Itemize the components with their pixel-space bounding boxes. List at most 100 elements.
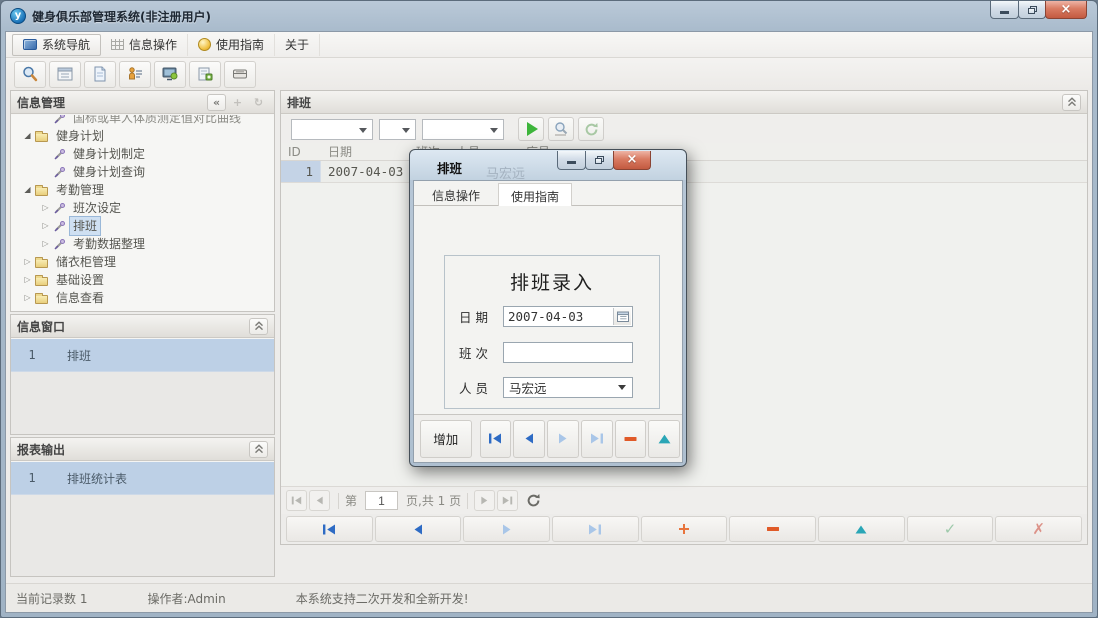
nav-next-button[interactable] — [463, 516, 550, 542]
menu-item-about[interactable]: 关于 — [275, 34, 320, 56]
document-button[interactable] — [84, 61, 116, 88]
tree-item-label: 排班 — [70, 217, 100, 235]
tab-guide[interactable]: 使用指南 — [498, 183, 572, 206]
tree-item-info-view[interactable]: ▷ 信息查看 — [11, 289, 274, 307]
dialog-edit-button[interactable] — [648, 420, 680, 458]
user-report-button[interactable] — [119, 61, 151, 88]
collapse-panel-button[interactable] — [249, 441, 268, 458]
tab-info-ops[interactable]: 信息操作 — [420, 183, 492, 206]
dialog-nav-next-button[interactable] — [547, 420, 579, 458]
insert-record-button[interactable] — [641, 516, 728, 542]
tree-item-label: 信息查看 — [53, 289, 107, 307]
col-date[interactable]: 日期 — [321, 143, 409, 160]
filter-combo-1[interactable] — [291, 119, 373, 140]
close-button[interactable]: × — [1045, 1, 1087, 19]
dialog-nav-last-button[interactable] — [581, 420, 613, 458]
expander-open-icon[interactable]: ◢ — [21, 127, 34, 145]
tool-icon — [53, 115, 66, 125]
page-number-input[interactable] — [365, 491, 398, 510]
document-icon — [91, 65, 109, 83]
dialog-nav-prior-button[interactable] — [513, 420, 545, 458]
expander-icon[interactable]: ▷ — [21, 253, 34, 271]
run-filter-button[interactable] — [518, 117, 544, 141]
schedule-entry-group: 排班录入 日 期 班 次 人 — [444, 255, 660, 409]
report-list: 1 排班统计表 — [11, 462, 274, 576]
nav-prior-icon — [522, 433, 536, 444]
date-picker-button[interactable] — [613, 308, 631, 325]
card-reader-button[interactable] — [224, 61, 256, 88]
tree-item-plan-query[interactable]: 健身计划查询 — [11, 163, 274, 181]
dialog-title-bar[interactable]: 排班 马宏远 × — [410, 150, 686, 180]
minus-icon — [767, 527, 779, 531]
nav-prior-button[interactable] — [375, 516, 462, 542]
restore-button[interactable] — [1018, 1, 1046, 19]
first-page-button[interactable] — [286, 490, 307, 511]
cancel-record-button[interactable]: ✗ — [995, 516, 1082, 542]
monitor-icon — [161, 65, 179, 83]
col-id[interactable]: ID — [281, 143, 321, 160]
expander-open-icon[interactable]: ◢ — [21, 181, 34, 199]
monitor-button[interactable] — [154, 61, 186, 88]
menu-label: 使用指南 — [216, 36, 264, 53]
list-item-scheduling[interactable]: 1 排班 — [11, 339, 274, 372]
prev-page-button[interactable] — [309, 490, 330, 511]
tree-item-shift-setup[interactable]: ▷ 班次设定 — [11, 199, 274, 217]
expander-icon[interactable]: ▷ — [39, 199, 52, 217]
collapse-sidebar-button[interactable]: « — [207, 94, 226, 111]
form-button[interactable] — [49, 61, 81, 88]
next-page-button[interactable] — [474, 490, 495, 511]
collapse-main-button[interactable] — [1062, 94, 1081, 111]
tree-item-locker[interactable]: ▷ 储衣柜管理 — [11, 253, 274, 271]
tree-item-curve[interactable]: 国标或单人体质测定值对比曲线 — [11, 115, 274, 127]
shift-input[interactable] — [504, 343, 632, 362]
export-button[interactable] — [189, 61, 221, 88]
title-bar[interactable]: y 健身俱乐部管理系统(非注册用户) × — [1, 1, 1097, 31]
refresh-grid-button[interactable] — [578, 117, 604, 141]
tree-item-fitness-plan[interactable]: ◢ 健身计划 — [11, 127, 274, 145]
nav-last-button[interactable] — [552, 516, 639, 542]
status-bar: 当前记录数 1 操作者:Admin 本系统支持二次开发和全新开发! — [6, 583, 1092, 612]
add-icon[interactable]: + — [228, 94, 247, 111]
menu-item-info-ops[interactable]: 信息操作 — [101, 34, 188, 56]
filter-combo-2[interactable] — [379, 119, 416, 140]
expander-icon[interactable]: ▷ — [39, 235, 52, 253]
tree-item-attendance[interactable]: ◢ 考勤管理 — [11, 181, 274, 199]
delete-record-button[interactable] — [729, 516, 816, 542]
last-page-button[interactable] — [497, 490, 518, 511]
expander-icon[interactable]: ▷ — [21, 289, 34, 307]
tree-item-label: 健身计划查询 — [70, 163, 148, 181]
filter-combo-3[interactable] — [422, 119, 504, 140]
tree-item-plan-create[interactable]: 健身计划制定 — [11, 145, 274, 163]
tree-item-attendance-data[interactable]: ▷ 考勤数据整理 — [11, 235, 274, 253]
check-icon: ✓ — [944, 520, 957, 538]
minimize-button[interactable] — [990, 1, 1019, 19]
dialog-restore-button[interactable] — [585, 151, 614, 170]
window-title: 健身俱乐部管理系统(非注册用户) — [32, 8, 211, 25]
dialog-close-button[interactable]: × — [613, 151, 651, 170]
search-button[interactable] — [14, 61, 46, 88]
edit-record-button[interactable] — [818, 516, 905, 542]
post-record-button[interactable]: ✓ — [907, 516, 994, 542]
tree-item-basic-settings[interactable]: ▷ 基础设置 — [11, 271, 274, 289]
dialog-nav-first-button[interactable] — [480, 420, 512, 458]
menu-item-system-nav[interactable]: 系统导航 — [12, 34, 101, 56]
cell-id: 1 — [281, 161, 321, 182]
tree-item-scheduling[interactable]: ▷ 排班 — [11, 217, 274, 235]
person-select[interactable]: 马宏远 — [503, 377, 633, 398]
row-index: 1 — [11, 348, 53, 362]
expander-icon[interactable]: ▷ — [39, 217, 52, 235]
search-filter-button[interactable] — [548, 117, 574, 141]
menu-item-guide[interactable]: 使用指南 — [188, 34, 275, 56]
date-field — [503, 306, 633, 327]
nav-first-button[interactable] — [286, 516, 373, 542]
add-button[interactable]: 增加 — [420, 420, 472, 458]
dialog-delete-button[interactable] — [615, 420, 647, 458]
refresh-page-button[interactable] — [526, 493, 541, 508]
collapse-panel-button[interactable] — [249, 318, 268, 335]
info-manage-title: 信息管理 — [17, 94, 205, 111]
dialog-minimize-button[interactable] — [557, 151, 586, 170]
form-heading: 排班录入 — [445, 268, 659, 295]
expander-icon[interactable]: ▷ — [21, 271, 34, 289]
refresh-icon[interactable]: ↻ — [249, 94, 268, 111]
list-item-schedule-report[interactable]: 1 排班统计表 — [11, 462, 274, 495]
